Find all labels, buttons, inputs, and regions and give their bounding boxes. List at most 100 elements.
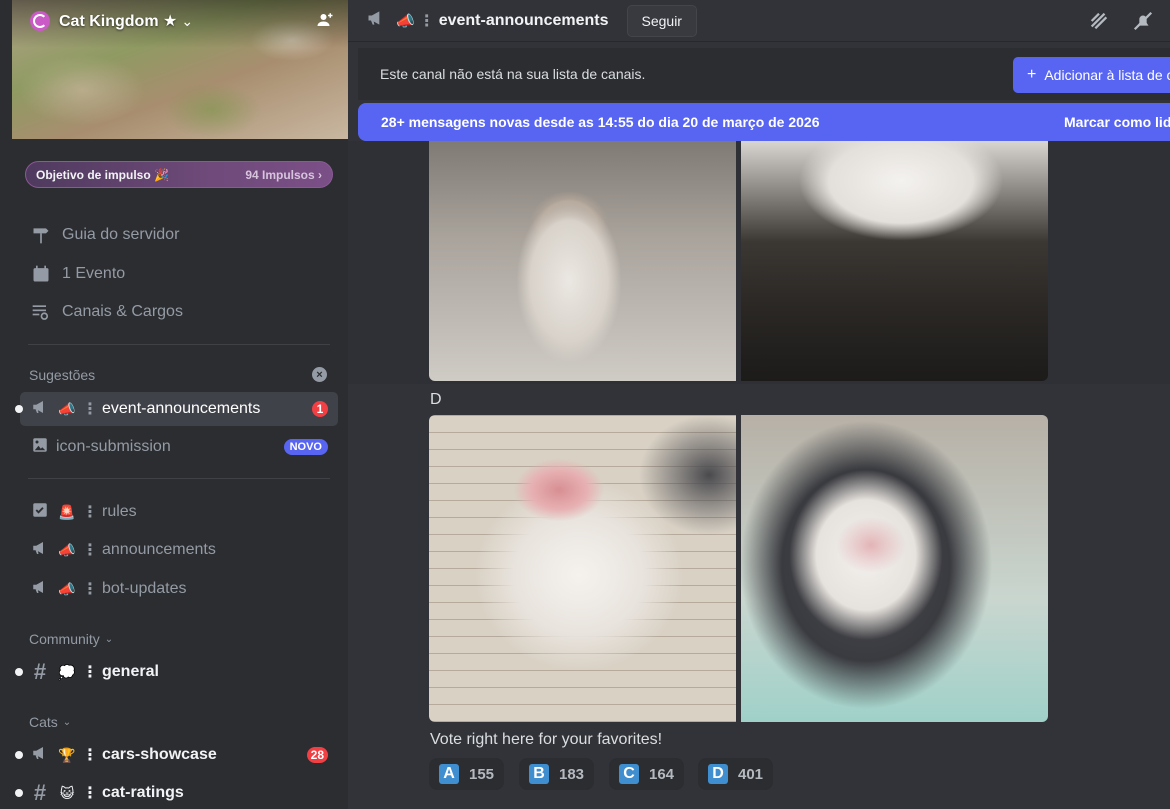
megaphone-icon (366, 8, 386, 33)
chevron-down-icon: ⌄ (181, 12, 194, 29)
reaction-count: 401 (738, 765, 764, 783)
mark-as-read-button[interactable]: Marcar como lidas (1064, 114, 1170, 130)
chevron-down-icon: ⌄ (62, 716, 72, 728)
cat-photo-d1[interactable] (429, 415, 736, 722)
discord-window: Cat Kingdom ★ ⌄ Objetivo de impulso 🎉 94… (0, 0, 1170, 809)
list-search-icon (30, 301, 52, 323)
channel-rules[interactable]: 🚨 ⋮ rules (20, 495, 338, 529)
megaphone-icon (30, 744, 50, 767)
unread-indicator (15, 789, 23, 797)
reaction-count: 183 (559, 765, 585, 783)
community-label: Community (29, 631, 100, 647)
hashtag-icon: # (33, 659, 47, 684)
channel-separator: ⋮ (418, 12, 435, 30)
reaction-b[interactable]: B 183 (519, 758, 595, 790)
reaction-count: 155 (469, 765, 495, 783)
megaphone-icon (30, 539, 50, 562)
vote-text: Vote right here for your favorites! (430, 731, 663, 748)
cat-photo-c2[interactable] (741, 141, 1048, 381)
letter-d-icon: D (708, 764, 728, 784)
server-name: Cat Kingdom ★ (59, 13, 178, 30)
cat-photo-d2[interactable] (741, 415, 1048, 722)
channel-cat-ratings[interactable]: # 😺 ⋮ cat-ratings (15, 776, 338, 809)
boost-count: 94 Impulsos › (245, 167, 322, 182)
channel-emoji: 😺 (59, 784, 75, 801)
checklist-icon (30, 501, 50, 524)
channel-emoji: 📣 (58, 541, 76, 558)
channel-name: rules (102, 503, 137, 520)
calendar-icon (30, 263, 52, 285)
unread-indicator (15, 751, 23, 759)
sidebar-divider (28, 478, 330, 479)
server-guide-label: Guia do servidor (62, 226, 180, 243)
channel-emoji: 📣 (58, 580, 76, 597)
channel-emoji: 📣 (396, 12, 415, 30)
channel-separator: ⋮ (82, 504, 98, 521)
unread-indicator (15, 405, 23, 413)
plus-icon: + (1027, 66, 1037, 83)
channel-icon-submission[interactable]: icon-submission NOVO (20, 430, 338, 464)
letter-a-icon: A (439, 764, 459, 784)
notice-text: Este canal não está na sua lista de cana… (380, 66, 646, 82)
channel-emoji: 🚨 (58, 503, 76, 520)
threads-icon[interactable] (1088, 10, 1110, 37)
mention-badge: 28 (306, 747, 328, 763)
option-label: D (430, 391, 442, 408)
channel-title: event-announcements (438, 11, 609, 29)
community-category[interactable]: Community ⌄ (29, 631, 113, 647)
megaphone-icon (30, 398, 50, 421)
channel-header: 📣 ⋮ event-announcements Seguir (348, 0, 1170, 42)
new-messages-bar[interactable]: 28+ mensagens novas desde as 14:55 do di… (358, 103, 1170, 141)
follow-button[interactable]: Seguir (626, 4, 697, 37)
channel-emoji: 📣 (58, 400, 76, 417)
server-guide-item[interactable]: Guia do servidor (20, 218, 338, 252)
close-icon[interactable]: × (312, 367, 327, 382)
chevron-down-icon: ⌄ (104, 633, 114, 645)
server-header[interactable]: Cat Kingdom ★ ⌄ (12, 0, 348, 42)
cat-photo-c1[interactable] (429, 141, 736, 381)
megaphone-icon (30, 578, 50, 601)
add-button-label: Adicionar à lista de canais (1044, 67, 1170, 83)
letter-b-icon: B (529, 764, 549, 784)
cats-category[interactable]: Cats ⌄ (29, 714, 71, 730)
suggestions-header[interactable]: Sugestões (29, 367, 95, 383)
channel-separator: ⋮ (82, 785, 98, 802)
message-list: D Vote right here for your favorites! A … (348, 141, 1170, 809)
suggestions-label: Sugestões (29, 367, 96, 383)
channel-emoji: 🏆 (58, 746, 76, 763)
boost-goal-bar[interactable]: Objetivo de impulso 🎉 94 Impulsos › (25, 161, 333, 188)
channels-roles-label: Canais & Cargos (62, 303, 183, 320)
channel-separator: ⋮ (82, 581, 98, 598)
channel-sidebar: Cat Kingdom ★ ⌄ Objetivo de impulso 🎉 94… (0, 0, 348, 809)
new-badge: NOVO (283, 439, 328, 455)
reaction-c[interactable]: C 164 (609, 758, 685, 790)
channel-emoji: 💭 (58, 663, 76, 680)
add-to-channel-list-button[interactable]: + Adicionar à lista de canais (1013, 57, 1170, 93)
letter-c-icon: C (619, 764, 639, 784)
events-item[interactable]: 1 Evento (20, 257, 338, 291)
channel-event-announcements[interactable]: 📣 ⋮ event-announcements 1 (15, 392, 338, 426)
channel-cars-showcase[interactable]: 🏆 ⋮ cars-showcase 28 (15, 738, 338, 772)
reaction-a[interactable]: A 155 (429, 758, 505, 790)
channel-name: cat-ratings (102, 784, 184, 801)
mention-badge: 1 (312, 401, 328, 417)
sidebar-divider (28, 344, 330, 345)
events-label: 1 Evento (62, 265, 126, 282)
mute-bell-icon[interactable] (1132, 10, 1154, 37)
invite-people-icon[interactable] (316, 11, 334, 34)
server-boost-icon (30, 11, 50, 31)
channel-name: announcements (102, 541, 216, 558)
reaction-d[interactable]: D 401 (698, 758, 774, 790)
reaction-count: 164 (649, 765, 675, 783)
channel-general[interactable]: # 💭 ⋮ general (15, 655, 338, 689)
boost-goal-label: Objetivo de impulso 🎉 (36, 167, 169, 182)
channel-name: icon-submission (56, 438, 171, 455)
new-messages-text: 28+ mensagens novas desde as 14:55 do di… (381, 114, 820, 130)
channel-separator: ⋮ (82, 664, 98, 681)
channels-roles-item[interactable]: Canais & Cargos (20, 295, 338, 329)
channel-name: bot-updates (102, 580, 187, 597)
channel-announcements[interactable]: 📣 ⋮ announcements (20, 533, 338, 567)
channel-bot-updates[interactable]: 📣 ⋮ bot-updates (20, 572, 338, 606)
signpost-icon (30, 224, 52, 246)
channel-separator: ⋮ (82, 542, 98, 559)
